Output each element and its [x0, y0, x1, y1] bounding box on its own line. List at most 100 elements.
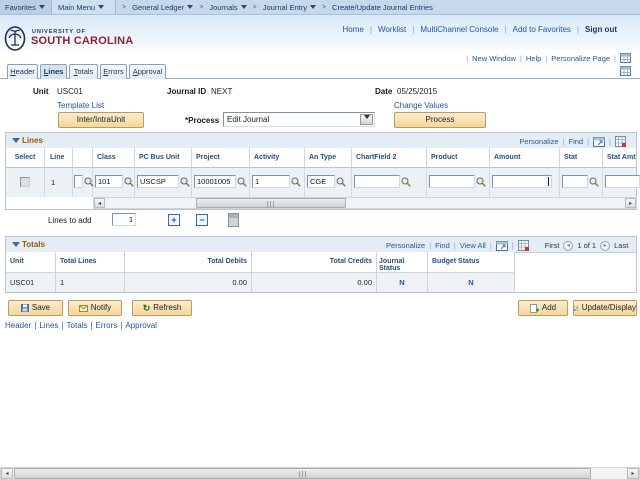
separator — [454, 241, 456, 250]
page-scroll-left-button[interactable]: ◂ — [1, 468, 13, 479]
totals-view-all-link[interactable]: View All — [460, 241, 486, 250]
download-grid-icon[interactable] — [517, 240, 529, 251]
update-display-button[interactable]: Update/Display — [573, 300, 637, 316]
scroll-right-button[interactable]: ▸ — [625, 198, 636, 208]
footer-link-header[interactable]: Header — [5, 321, 31, 330]
select-checkbox[interactable] — [20, 177, 30, 187]
collapse-lines-icon[interactable] — [12, 138, 20, 143]
chevron-down-icon — [98, 5, 105, 9]
select-dropdown-button[interactable] — [360, 114, 373, 125]
template-list-link[interactable]: Template List — [57, 101, 104, 110]
chevron-down-icon — [187, 4, 194, 9]
footer-link-errors[interactable]: Errors — [96, 321, 118, 330]
add-page-icon — [529, 303, 539, 313]
date-value: 05/25/2015 — [397, 87, 438, 96]
multichannel-console-link[interactable]: MultiChannel Console — [420, 25, 498, 34]
home-link[interactable]: Home — [343, 25, 364, 34]
totals-find-link[interactable]: Find — [435, 241, 450, 250]
amount-input[interactable] — [492, 175, 552, 188]
lookup-icon[interactable] — [180, 177, 190, 187]
footer-link-lines[interactable]: Lines — [39, 321, 58, 330]
lookup-icon[interactable] — [237, 177, 247, 187]
footer-link-totals[interactable]: Totals — [67, 321, 88, 330]
add-button[interactable]: Add — [518, 300, 568, 316]
journal-status-link[interactable]: N — [377, 273, 427, 287]
breadcrumb-item-journals[interactable]: Journals — [209, 3, 247, 12]
save-button[interactable]: Save — [8, 300, 63, 316]
tab-lines[interactable]: Lines — [40, 64, 67, 79]
worklist-link[interactable]: Worklist — [378, 25, 406, 34]
lines-find-link[interactable]: Find — [569, 137, 584, 146]
unit-label: Unit — [33, 87, 49, 96]
pencil-icon — [574, 305, 579, 311]
breadcrumb-favorites[interactable]: Favorites — [0, 0, 52, 14]
refresh-button[interactable]: ↻ Refresh — [132, 300, 192, 316]
download-grid-icon[interactable] — [615, 136, 626, 147]
lookup-icon[interactable] — [401, 177, 411, 187]
tab-header[interactable]: Header — [7, 64, 38, 79]
lines-personalize-link[interactable]: Personalize — [519, 137, 558, 146]
lines-grid-scrollbar[interactable]: ◂ ▸ — [93, 197, 637, 209]
totals-credits-value: 0.00 — [357, 278, 372, 287]
col-header-class: Class — [97, 154, 116, 161]
pager-last-label[interactable]: Last — [614, 241, 628, 250]
inter-intra-unit-button[interactable]: Inter/IntraUnit — [58, 112, 144, 128]
activity-input[interactable] — [252, 175, 290, 188]
breadcrumb-item-general-ledger[interactable]: General Ledger — [132, 3, 194, 12]
new-window-link[interactable]: New Window — [472, 54, 516, 63]
stat-input[interactable] — [562, 175, 588, 188]
flag-input[interactable] — [74, 175, 83, 188]
lines-to-add-input[interactable] — [112, 213, 136, 226]
lookup-icon[interactable] — [84, 177, 94, 187]
delete-lines-button[interactable]: − — [196, 214, 208, 226]
page-grid-icon[interactable] — [620, 53, 631, 63]
budget-status-link[interactable]: N — [428, 273, 514, 287]
an-type-input[interactable] — [307, 175, 335, 188]
breadcrumb-current-page: Create/Update Journal Entries — [332, 2, 433, 12]
help-link[interactable]: Help — [526, 54, 541, 63]
view-all-popup-icon[interactable] — [495, 240, 508, 251]
footer-link-approval[interactable]: Approval — [125, 321, 157, 330]
change-values-link[interactable]: Change Values — [394, 101, 448, 110]
sign-out-link[interactable]: Sign out — [585, 25, 617, 34]
lookup-icon[interactable] — [476, 177, 486, 187]
pc-bus-unit-input[interactable] — [137, 175, 179, 188]
project-input[interactable] — [194, 175, 236, 188]
insert-lines-button[interactable]: + — [168, 214, 180, 226]
process-select[interactable]: Edit Journal — [223, 112, 375, 127]
class-input[interactable] — [95, 175, 123, 188]
stat-amt-input[interactable] — [605, 175, 640, 188]
page-scroll-right-button[interactable]: ▸ — [627, 468, 639, 479]
lookup-icon[interactable] — [291, 177, 301, 187]
breadcrumb-separator — [253, 4, 257, 11]
collapse-totals-icon[interactable] — [12, 242, 20, 247]
page-horizontal-scrollbar[interactable]: ◂ ▸ — [0, 467, 640, 480]
notify-button[interactable]: Notify — [68, 300, 122, 316]
tab-errors[interactable]: Errors — [100, 64, 127, 79]
personalize-page-link[interactable]: Personalize Page — [551, 54, 610, 63]
totals-personalize-link[interactable]: Personalize — [386, 241, 425, 250]
pager-previous-button[interactable]: ◂ — [563, 240, 574, 251]
add-to-favorites-link[interactable]: Add to Favorites — [513, 25, 571, 34]
chartfield2-input[interactable] — [354, 175, 400, 188]
tab-totals[interactable]: Totals — [69, 64, 98, 79]
lookup-icon[interactable] — [589, 177, 599, 187]
scroll-left-button[interactable]: ◂ — [94, 198, 105, 208]
process-button[interactable]: Process — [394, 112, 486, 128]
journal-copy-icon[interactable] — [228, 213, 239, 227]
page-grid-icon[interactable] — [620, 66, 631, 76]
breadcrumb-item-journal-entry[interactable]: Journal Entry — [263, 3, 316, 12]
view-all-popup-icon[interactable] — [593, 136, 606, 147]
lookup-icon[interactable] — [124, 177, 134, 187]
separator — [563, 137, 565, 146]
lines-scrollbar-thumb[interactable] — [196, 198, 346, 208]
lookup-icon[interactable] — [336, 177, 346, 187]
pager-first-label[interactable]: First — [545, 241, 560, 250]
tab-approval[interactable]: Approval — [129, 64, 166, 79]
breadcrumb-main-menu[interactable]: Main Menu — [52, 0, 116, 14]
page-scrollbar-thumb[interactable] — [14, 468, 591, 479]
pager-next-button[interactable]: ▸ — [600, 240, 611, 251]
product-input[interactable] — [429, 175, 475, 188]
col-header-product: Product — [431, 154, 458, 161]
separator — [370, 25, 372, 34]
